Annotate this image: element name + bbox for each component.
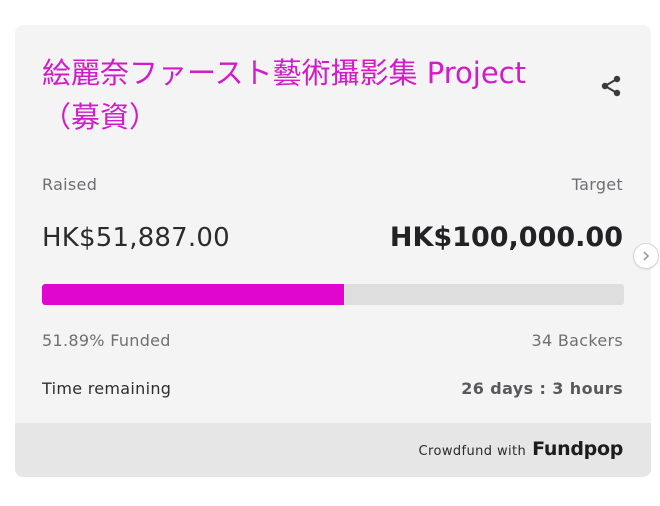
powered-by[interactable]: Crowdfund with Fundpop: [418, 438, 624, 460]
campaign-title: 絵麗奈ファースト藝術攝影集 Project（募資）: [42, 56, 526, 134]
time-remaining-value: 26 days : 3 hours: [461, 379, 623, 398]
fundpop-logo[interactable]: Fundpop: [532, 438, 623, 460]
share-icon[interactable]: [599, 74, 623, 98]
target-amount: HK$100,000.00: [389, 222, 623, 253]
backers-count: 34 Backers: [531, 331, 623, 350]
funded-percentage: 51.89% Funded: [42, 331, 171, 350]
chevron-right-icon: [643, 251, 650, 261]
crowdfund-widget: 絵麗奈ファースト藝術攝影集 Project（募資） Raised Target …: [15, 25, 651, 477]
powered-by-prefix: Crowdfund with: [418, 444, 527, 459]
funding-progress-bar: [42, 284, 624, 305]
raised-label: Raised: [42, 175, 98, 194]
widget-footer: Crowdfund with Fundpop: [15, 423, 651, 477]
time-remaining-label: Time remaining: [42, 379, 172, 398]
raised-amount: HK$51,887.00: [42, 223, 230, 253]
next-button[interactable]: [633, 243, 659, 269]
target-label: Target: [571, 175, 623, 194]
funding-progress-fill: [42, 284, 344, 305]
